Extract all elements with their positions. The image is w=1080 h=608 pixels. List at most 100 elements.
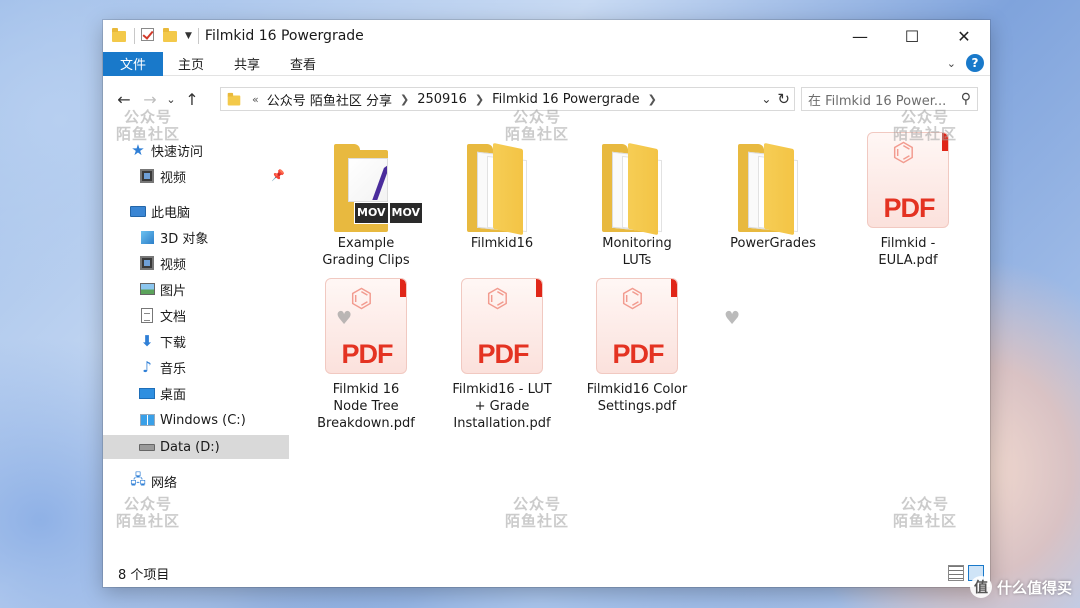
breadcrumb-item[interactable]: 250916 [417,92,467,107]
video-icon [139,168,155,184]
pin-icon[interactable]: 📌 [271,169,285,182]
ribbon-tabs: 文件 主页 共享 查看 ⌄ ? [103,51,990,76]
nav-item-label: 网络 [151,475,178,491]
network-icon: 🖧 [130,472,146,488]
nav-item-label: 下载 [160,335,187,351]
mov-badge: MOV MOV [354,202,424,224]
nav-item-label: 快速访问 [151,144,204,160]
navigation-pane: ★ 快速访问 视频 📌 此电脑 3D 对象 视频 图片 文档 ⬇ 下载 ♪ 音乐… [103,130,291,500]
chevron-right-icon[interactable]: ❯ [648,93,657,106]
nav-item-network[interactable]: 🖧 网络 [103,469,289,493]
quick-access-toolbar: ▼ [103,20,199,52]
breadcrumb-item[interactable]: Filmkid 16 Powergrade [492,92,640,107]
help-icon[interactable]: ? [966,54,984,72]
details-view-icon[interactable] [948,565,964,581]
minimize-button[interactable]: — [834,20,886,52]
overflow-chevron-icon[interactable]: « [252,93,259,106]
nav-item-label: 此电脑 [151,205,191,221]
file-name: Filmkid - EULA.pdf [878,236,938,268]
file-item-pdf[interactable]: ⌬ PDF Filmkid 16 Node Tree Breakdown.pdf [301,278,431,432]
chevron-right-icon[interactable]: ❯ [400,93,409,106]
window-title: Filmkid 16 Powergrade [204,28,364,44]
nav-item-label: Data (D:) [160,439,220,455]
file-name: Filmkid16 Color Settings.pdf [586,382,688,414]
address-row: ← → ⌄ ↑ « 公众号 陌鱼社区 分享 ❯ 250916 ❯ Filmkid… [103,84,990,114]
tab-view[interactable]: 查看 [275,52,331,76]
folder-icon [587,132,687,236]
star-icon: ★ [131,141,145,159]
status-bar: 8 个项目 [103,560,990,587]
nav-item-label: 3D 对象 [160,231,209,247]
up-arrow-icon[interactable]: ↑ [179,87,205,111]
folder-icon [452,132,552,236]
brand-logo: 值 什么值得买 [969,576,1072,598]
file-item-pdf[interactable]: ⌬ PDF Filmkid16 Color Settings.pdf [572,278,702,415]
nav-item-videos-pinned[interactable]: 视频 📌 [103,164,289,188]
folder-icon [112,28,128,44]
brand-text: 什么值得买 [996,578,1072,597]
toolbar-divider [134,28,135,44]
downloads-icon: ⬇ [140,332,154,350]
file-name: Example Grading Clips [322,236,410,268]
search-input[interactable]: 在 Filmkid 16 Power... ⚲ [801,87,978,111]
nav-item-data-d[interactable]: Data (D:) [103,435,289,459]
file-item-folder[interactable]: PowerGrades [708,132,838,252]
address-history-chevron-icon[interactable]: ⌄ [761,92,771,106]
item-count: 8 个项目 [118,568,170,583]
this-pc-icon [130,203,146,219]
pictures-icon [139,281,155,297]
title-bar: ▼ Filmkid 16 Powergrade — ☐ ✕ [103,20,990,52]
nav-item-3d-objects[interactable]: 3D 对象 [103,225,289,249]
recent-locations-chevron-icon[interactable]: ⌄ [163,87,179,111]
nav-item-videos[interactable]: 视频 [103,251,289,275]
nav-item-documents[interactable]: 文档 [103,303,289,327]
chevron-right-icon[interactable]: ❯ [475,93,484,106]
back-arrow-icon[interactable]: ← [111,87,137,111]
forward-arrow-icon[interactable]: → [137,87,163,111]
nav-item-label: 视频 [160,170,187,186]
file-name: Monitoring LUTs [602,236,672,268]
pdf-file-icon: ⌬ PDF [316,278,416,378]
brand-logo-icon: 值 [969,576,992,598]
file-name: PowerGrades [730,236,816,251]
pdf-file-icon: ⌬ PDF [858,132,958,232]
tab-file[interactable]: 文件 [103,51,164,76]
video-icon [139,255,155,271]
search-icon[interactable]: ⚲ [961,91,971,107]
file-item-pdf[interactable]: ⌬ PDF Filmkid16 - LUT + Grade Installatio… [437,278,567,432]
nav-item-music[interactable]: ♪ 音乐 [103,355,289,379]
3d-objects-icon [139,229,155,245]
maximize-button[interactable]: ☐ [886,20,938,52]
pdf-file-icon: ⌬ PDF [452,278,552,378]
address-bar-actions: ⌄ ↻ [761,88,794,110]
music-icon: ♪ [142,358,152,376]
expand-ribbon-chevron-icon[interactable]: ⌄ [947,57,956,70]
nav-item-windows-c[interactable]: Windows (C:) [103,408,289,432]
file-name: Filmkid16 [470,236,534,251]
nav-item-this-pc[interactable]: 此电脑 [103,199,289,223]
breadcrumb-item[interactable]: 公众号 陌鱼社区 分享 [267,90,392,109]
file-item-folder[interactable]: Filmkid16 [437,132,567,252]
nav-item-label: 音乐 [160,361,187,377]
address-bar[interactable]: « 公众号 陌鱼社区 分享 ❯ 250916 ❯ Filmkid 16 Powe… [220,87,795,111]
properties-check-icon[interactable] [141,28,157,44]
close-button[interactable]: ✕ [938,20,990,52]
refresh-icon[interactable]: ↻ [777,90,790,108]
nav-item-downloads[interactable]: ⬇ 下载 [103,329,289,353]
tab-share[interactable]: 共享 [219,52,275,76]
file-item-pdf[interactable]: ⌬ PDF Filmkid - EULA.pdf [843,132,973,269]
nav-item-pictures[interactable]: 图片 [103,277,289,301]
nav-item-desktop[interactable]: 桌面 [103,381,289,405]
window-controls: — ☐ ✕ [834,20,990,52]
ribbon-right-controls: ⌄ ? [947,54,984,72]
folder-icon [723,132,823,236]
customize-toolbar-dropdown-icon[interactable]: ▼ [185,31,192,41]
desktop-icon [139,385,155,401]
tab-home[interactable]: 主页 [163,52,219,76]
video-folder-icon: MOV MOV [316,132,424,232]
nav-item-label: Windows (C:) [160,412,246,428]
new-folder-icon[interactable] [163,28,179,44]
nav-item-quick-access[interactable]: ★ 快速访问 [103,138,289,162]
file-item-folder[interactable]: Monitoring LUTs [572,132,702,269]
file-item-folder[interactable]: MOV MOV Example Grading Clips [301,132,431,269]
